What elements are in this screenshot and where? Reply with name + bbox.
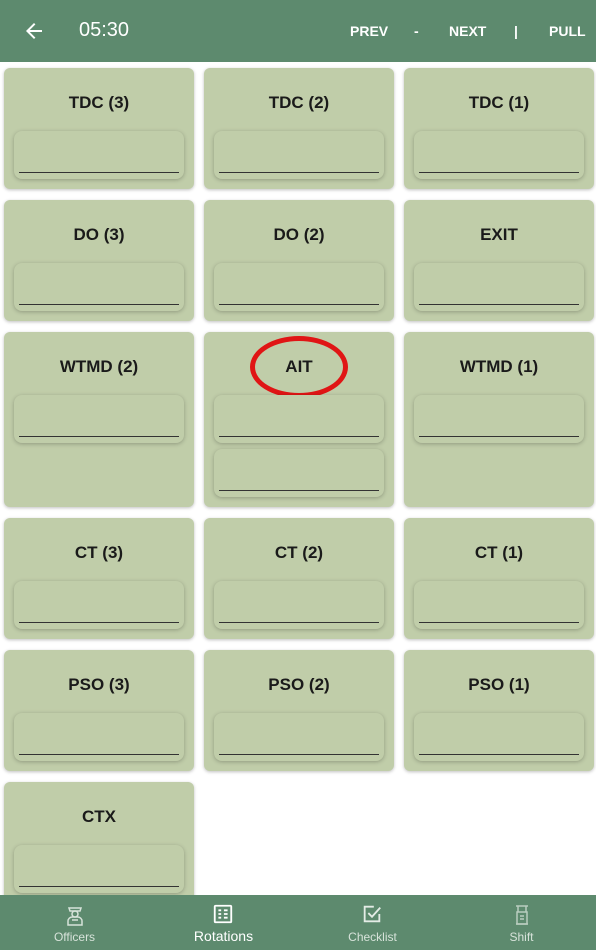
position-card: CT (3) bbox=[4, 518, 194, 639]
card-title: WTMD (2) bbox=[59, 357, 139, 376]
dash-separator: - bbox=[414, 23, 419, 39]
card-title: WTMD (1) bbox=[459, 357, 539, 376]
officer-slot[interactable] bbox=[14, 263, 184, 311]
position-card: TDC (2) bbox=[204, 68, 394, 189]
officer-slot[interactable] bbox=[14, 713, 184, 761]
rotations-icon bbox=[213, 904, 233, 924]
officer-slot[interactable] bbox=[14, 395, 184, 443]
officer-slot[interactable] bbox=[214, 263, 384, 311]
officer-slot[interactable] bbox=[214, 395, 384, 443]
top-app-bar: 05:30 PREV - NEXT | PULL bbox=[0, 0, 596, 62]
tab-rotations[interactable]: Rotations bbox=[149, 895, 298, 950]
position-card: AIT bbox=[204, 332, 394, 507]
position-card: DO (2) bbox=[204, 200, 394, 321]
position-card: WTMD (2) bbox=[4, 332, 194, 507]
time-display: 05:30 bbox=[79, 19, 130, 41]
card-title: TDC (3) bbox=[68, 93, 130, 112]
officer-slot[interactable] bbox=[414, 131, 584, 179]
officer-slot[interactable] bbox=[414, 395, 584, 443]
tab-officers[interactable]: Officers bbox=[0, 895, 149, 950]
officer-slot[interactable] bbox=[414, 713, 584, 761]
position-card: PSO (3) bbox=[4, 650, 194, 771]
card-title: CTX bbox=[82, 807, 116, 826]
card-title: DO (3) bbox=[73, 225, 125, 244]
card-title: CT (3) bbox=[74, 543, 124, 562]
tab-shift[interactable]: Shift bbox=[447, 895, 596, 950]
officer-slot[interactable] bbox=[214, 449, 384, 497]
rotations-grid: TDC (3) TDC (2) TDC (1) DO (3) DO (2) EX… bbox=[0, 62, 596, 895]
officer-slot[interactable] bbox=[214, 713, 384, 761]
card-title: CT (2) bbox=[274, 543, 324, 562]
back-arrow-icon[interactable] bbox=[22, 19, 46, 43]
prev-button[interactable]: PREV bbox=[350, 23, 388, 39]
officer-slot[interactable] bbox=[14, 845, 184, 893]
officer-slot[interactable] bbox=[214, 581, 384, 629]
checklist-icon bbox=[363, 905, 381, 923]
tab-label: Checklist bbox=[348, 930, 397, 944]
tab-label: Shift bbox=[509, 930, 534, 944]
position-card: PSO (1) bbox=[404, 650, 594, 771]
position-card: PSO (2) bbox=[204, 650, 394, 771]
position-card: CT (1) bbox=[404, 518, 594, 639]
tab-label: Rotations bbox=[193, 928, 254, 944]
bar-separator: | bbox=[514, 23, 518, 39]
card-title: TDC (1) bbox=[468, 93, 530, 112]
position-card: CTX bbox=[4, 782, 194, 895]
officer-slot[interactable] bbox=[14, 131, 184, 179]
position-card: WTMD (1) bbox=[404, 332, 594, 507]
card-title: DO (2) bbox=[273, 225, 325, 244]
shift-icon bbox=[516, 905, 528, 925]
pull-button[interactable]: PULL bbox=[549, 23, 586, 39]
position-card: TDC (3) bbox=[4, 68, 194, 189]
officer-slot[interactable] bbox=[414, 581, 584, 629]
next-button[interactable]: NEXT bbox=[449, 23, 486, 39]
position-card: CT (2) bbox=[204, 518, 394, 639]
position-card: TDC (1) bbox=[404, 68, 594, 189]
officer-slot[interactable] bbox=[214, 131, 384, 179]
position-card: EXIT bbox=[404, 200, 594, 321]
card-title: EXIT bbox=[480, 225, 518, 244]
officer-slot[interactable] bbox=[14, 581, 184, 629]
officer-icon bbox=[67, 907, 83, 926]
card-title: CT (1) bbox=[474, 543, 524, 562]
tab-checklist[interactable]: Checklist bbox=[298, 895, 447, 950]
card-title: TDC (2) bbox=[268, 93, 330, 112]
card-title: PSO (2) bbox=[268, 675, 330, 694]
card-title: AIT bbox=[285, 357, 313, 376]
officer-slot[interactable] bbox=[414, 263, 584, 311]
position-card: DO (3) bbox=[4, 200, 194, 321]
card-title: PSO (3) bbox=[68, 675, 130, 694]
tab-label: Officers bbox=[53, 930, 96, 944]
bottom-navigation: Officers Rotations Checklist Shift bbox=[0, 895, 596, 950]
card-title: PSO (1) bbox=[468, 675, 530, 694]
